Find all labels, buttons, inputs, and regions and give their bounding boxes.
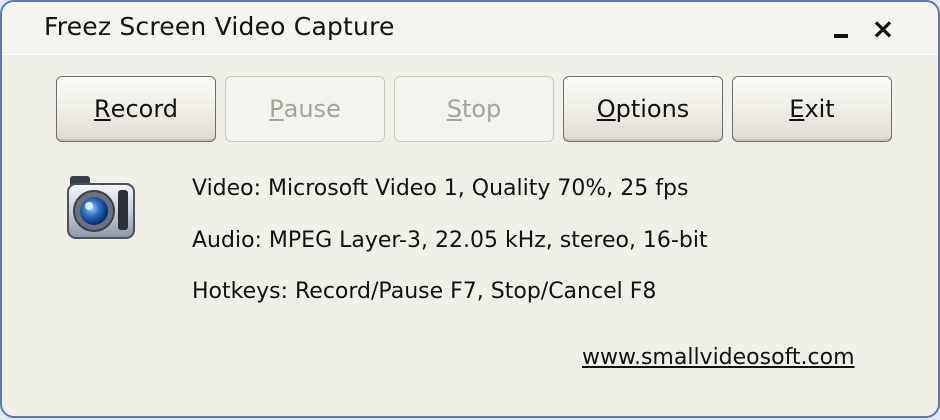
exit-label: xit bbox=[804, 95, 835, 123]
pause-button[interactable]: Pause bbox=[225, 76, 385, 142]
app-window: Freez Screen Video Capture × Record Paus… bbox=[0, 0, 940, 418]
close-button[interactable]: × bbox=[864, 10, 902, 46]
stop-mnemonic: S bbox=[446, 95, 462, 123]
options-button[interactable]: Options bbox=[563, 76, 723, 142]
close-icon: × bbox=[871, 11, 895, 45]
exit-button[interactable]: Exit bbox=[732, 76, 892, 142]
options-mnemonic: O bbox=[596, 95, 616, 123]
exit-mnemonic: E bbox=[789, 95, 805, 123]
hotkeys-info: Hotkeys: Record/Pause F7, Stop/Cancel F8 bbox=[192, 279, 657, 304]
minimize-button[interactable] bbox=[822, 10, 860, 46]
stop-button[interactable]: Stop bbox=[394, 76, 554, 142]
title-bar[interactable]: Freez Screen Video Capture × bbox=[2, 2, 938, 55]
options-label: ptions bbox=[615, 95, 690, 123]
record-button[interactable]: Record bbox=[56, 76, 216, 142]
stop-label: top bbox=[461, 95, 502, 123]
pause-mnemonic: P bbox=[269, 95, 284, 123]
minimize-icon bbox=[834, 34, 848, 38]
pause-label: ause bbox=[283, 95, 341, 123]
window-title: Freez Screen Video Capture bbox=[44, 12, 395, 41]
record-label: ecord bbox=[110, 95, 178, 123]
website-link[interactable]: www.smallvideosoft.com bbox=[582, 345, 855, 370]
audio-info: Audio: MPEG Layer-3, 22.05 kHz, stereo, … bbox=[192, 228, 708, 253]
camera-icon bbox=[67, 176, 135, 239]
video-info: Video: Microsoft Video 1, Quality 70%, 2… bbox=[192, 176, 689, 201]
record-mnemonic: R bbox=[93, 95, 111, 123]
